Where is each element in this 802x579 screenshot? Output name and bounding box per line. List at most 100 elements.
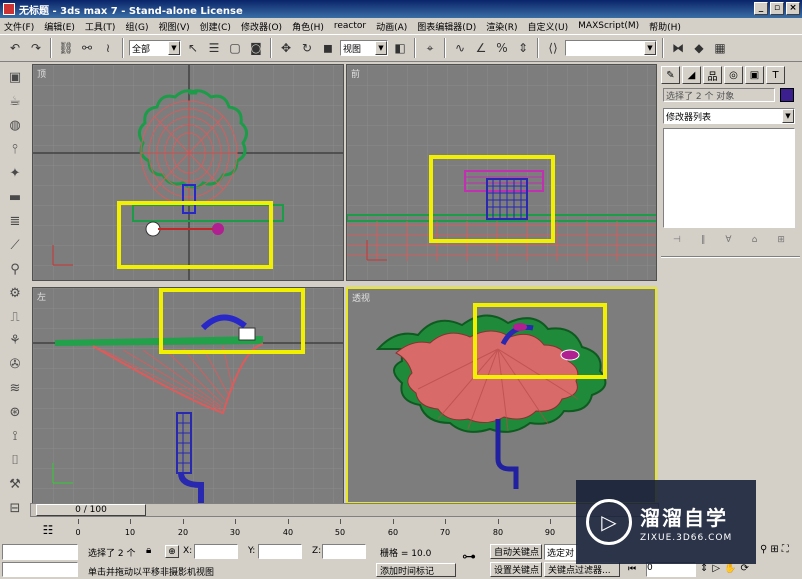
bind-space-warp-icon[interactable]: ≀ (99, 39, 117, 57)
viewport-perspective[interactable]: 透视 (346, 287, 657, 504)
menu-graph-editors[interactable]: 图表编辑器(D) (417, 20, 476, 33)
angle-snap-icon[interactable]: ∠ (472, 39, 490, 57)
viewport-front[interactable]: 前 (346, 64, 657, 281)
key-mode-dropdown[interactable]: 选定对 (544, 544, 578, 560)
time-slider-thumb[interactable]: 0 / 100 (36, 504, 146, 516)
play-icon[interactable]: ▷ (712, 563, 720, 574)
select-object-icon[interactable]: ↖ (184, 39, 202, 57)
object-color-swatch[interactable] (780, 88, 794, 102)
cameras-icon[interactable]: ▬ (4, 188, 26, 207)
menu-group[interactable]: 组(G) (125, 20, 148, 33)
transform-mode-icon[interactable]: ⊕ (165, 545, 179, 558)
selection-filter-dropdown[interactable]: 全部 ▼ (129, 40, 181, 56)
mirror-icon[interactable]: ⧓ (669, 39, 687, 57)
auto-key-button[interactable]: 自动关键点 (490, 544, 542, 559)
reactor-icon[interactable]: ⚘ (4, 331, 26, 350)
menu-character[interactable]: 角色(H) (292, 20, 324, 33)
x-coordinate-field[interactable] (194, 544, 238, 559)
orbit-icon[interactable]: ⟳ (741, 563, 749, 574)
menu-maxscript[interactable]: MAXScript(M) (578, 21, 639, 31)
menu-animation[interactable]: 动画(A) (376, 20, 407, 33)
pin-stack-icon[interactable]: ⊣ (673, 235, 681, 245)
menu-create[interactable]: 创建(C) (200, 20, 231, 33)
y-coordinate-field[interactable] (258, 544, 302, 559)
spinner-icon[interactable]: ⇕ (700, 563, 708, 574)
menu-help[interactable]: 帮助(H) (649, 20, 681, 33)
render-effects-icon[interactable]: ⟟ (4, 427, 26, 446)
wave-icon[interactable]: ≋ (4, 379, 26, 398)
show-end-result-icon[interactable]: ‖ (701, 235, 706, 245)
link-icon[interactable]: ⛓ (57, 39, 75, 57)
snap-toggle-icon[interactable]: ∿ (451, 39, 469, 57)
menu-edit[interactable]: 编辑(E) (44, 20, 75, 33)
named-selection-sets-dropdown[interactable]: ▼ (565, 40, 657, 56)
zoom-icon[interactable]: ⚲ (760, 544, 767, 555)
character-icon[interactable]: ✇ (4, 355, 26, 374)
selection-info-field[interactable]: 选择了 2 个 对象 (663, 88, 775, 102)
zoom-all-icon[interactable]: ⊞ (770, 544, 778, 555)
lock-icon[interactable]: 🔒︎ (146, 545, 151, 556)
sphere-icon[interactable]: ◍ (4, 116, 26, 135)
viewport-left[interactable]: 左 (32, 287, 344, 504)
reference-coordinate-dropdown[interactable]: 视图 ▼ (340, 40, 388, 56)
scale-icon[interactable]: ◼ (319, 39, 337, 57)
utilities-icon[interactable]: ⌷ (4, 451, 26, 470)
display-tab-icon[interactable]: ▣ (745, 66, 764, 84)
utilities-tab-icon[interactable]: T (766, 66, 785, 84)
space-warps-icon[interactable]: ⎍ (4, 308, 26, 327)
close-button[interactable]: × (786, 2, 800, 15)
pan-hand-icon[interactable]: ✋ (724, 563, 736, 574)
select-by-name-icon[interactable]: ☰ (205, 39, 223, 57)
percent-snap-icon[interactable]: % (493, 39, 511, 57)
window-crossing-icon[interactable]: ◙ (247, 39, 265, 57)
trackbar-icon[interactable]: ☷ (34, 520, 62, 540)
select-manipulate-icon[interactable]: ⌖ (421, 39, 439, 57)
set-key-button[interactable]: 设置关键点 (490, 562, 542, 577)
modify-tab-icon[interactable]: ◢ (682, 66, 701, 84)
make-unique-icon[interactable]: ∀ (725, 235, 731, 245)
menu-customize[interactable]: 自定义(U) (528, 20, 569, 33)
layer-manager-icon[interactable]: ▦ (711, 39, 729, 57)
rotate-icon[interactable]: ↻ (298, 39, 316, 57)
objects-icon[interactable]: ▣ (4, 68, 26, 87)
current-frame-field[interactable]: 0 (646, 562, 696, 577)
menu-modifiers[interactable]: 修改器(O) (241, 20, 282, 33)
undo-icon[interactable]: ↶ (6, 39, 24, 57)
helpers-icon[interactable]: ✦ (4, 164, 26, 183)
viewport-top[interactable]: 顶 (32, 64, 344, 281)
align-icon[interactable]: ◆ (690, 39, 708, 57)
modifier-stack-list[interactable] (663, 128, 795, 228)
menu-views[interactable]: 视图(V) (158, 20, 189, 33)
z-coordinate-field[interactable] (322, 544, 366, 559)
edit-named-selection-icon[interactable]: ⟨⟩ (544, 39, 562, 57)
remove-modifier-icon[interactable]: ⌂ (752, 235, 758, 245)
go-to-start-icon[interactable]: ⏮ (628, 564, 636, 574)
track-bar[interactable]: 0 10 20 30 40 50 60 70 80 90 (75, 519, 588, 539)
configure-sets-icon[interactable]: ⊞ (777, 235, 785, 245)
modifier-list-dropdown[interactable]: 修改器列表 ▼ (663, 108, 795, 124)
menu-tools[interactable]: 工具(T) (85, 20, 116, 33)
key-filters-button[interactable]: 关键点过滤器... (544, 562, 620, 577)
hierarchy-tab-icon[interactable]: 品 (703, 66, 722, 84)
maximize-button[interactable]: ▫ (770, 2, 784, 15)
menu-reactor[interactable]: reactor (334, 21, 366, 31)
minimize-button[interactable]: _ (754, 2, 768, 15)
key-icon[interactable]: ⊶ (462, 549, 476, 565)
bones-icon[interactable]: ⟋ (4, 236, 26, 255)
gizmo-icon[interactable]: ⚒ (4, 475, 26, 494)
maxscript-listener-field[interactable] (2, 544, 78, 560)
create-tab-icon[interactable]: ✎ (661, 66, 680, 84)
maxscript-output-field[interactable] (2, 562, 78, 577)
menu-rendering[interactable]: 渲染(R) (486, 20, 517, 33)
redo-icon[interactable]: ↷ (27, 39, 45, 57)
spinner-snap-icon[interactable]: ⇕ (514, 39, 532, 57)
modifiers-icon[interactable]: ⚙ (4, 284, 26, 303)
menu-file[interactable]: 文件(F) (4, 20, 34, 33)
lights-icon[interactable]: ⫯ (4, 140, 26, 159)
motion-tab-icon[interactable]: ◎ (724, 66, 743, 84)
rectangular-selection-icon[interactable]: ▢ (226, 39, 244, 57)
compounds-icon[interactable]: ≣ (4, 212, 26, 231)
mesh-tools-icon[interactable]: ⊟ (4, 499, 26, 518)
move-icon[interactable]: ✥ (277, 39, 295, 57)
teapot-icon[interactable]: ☕ (4, 92, 26, 111)
